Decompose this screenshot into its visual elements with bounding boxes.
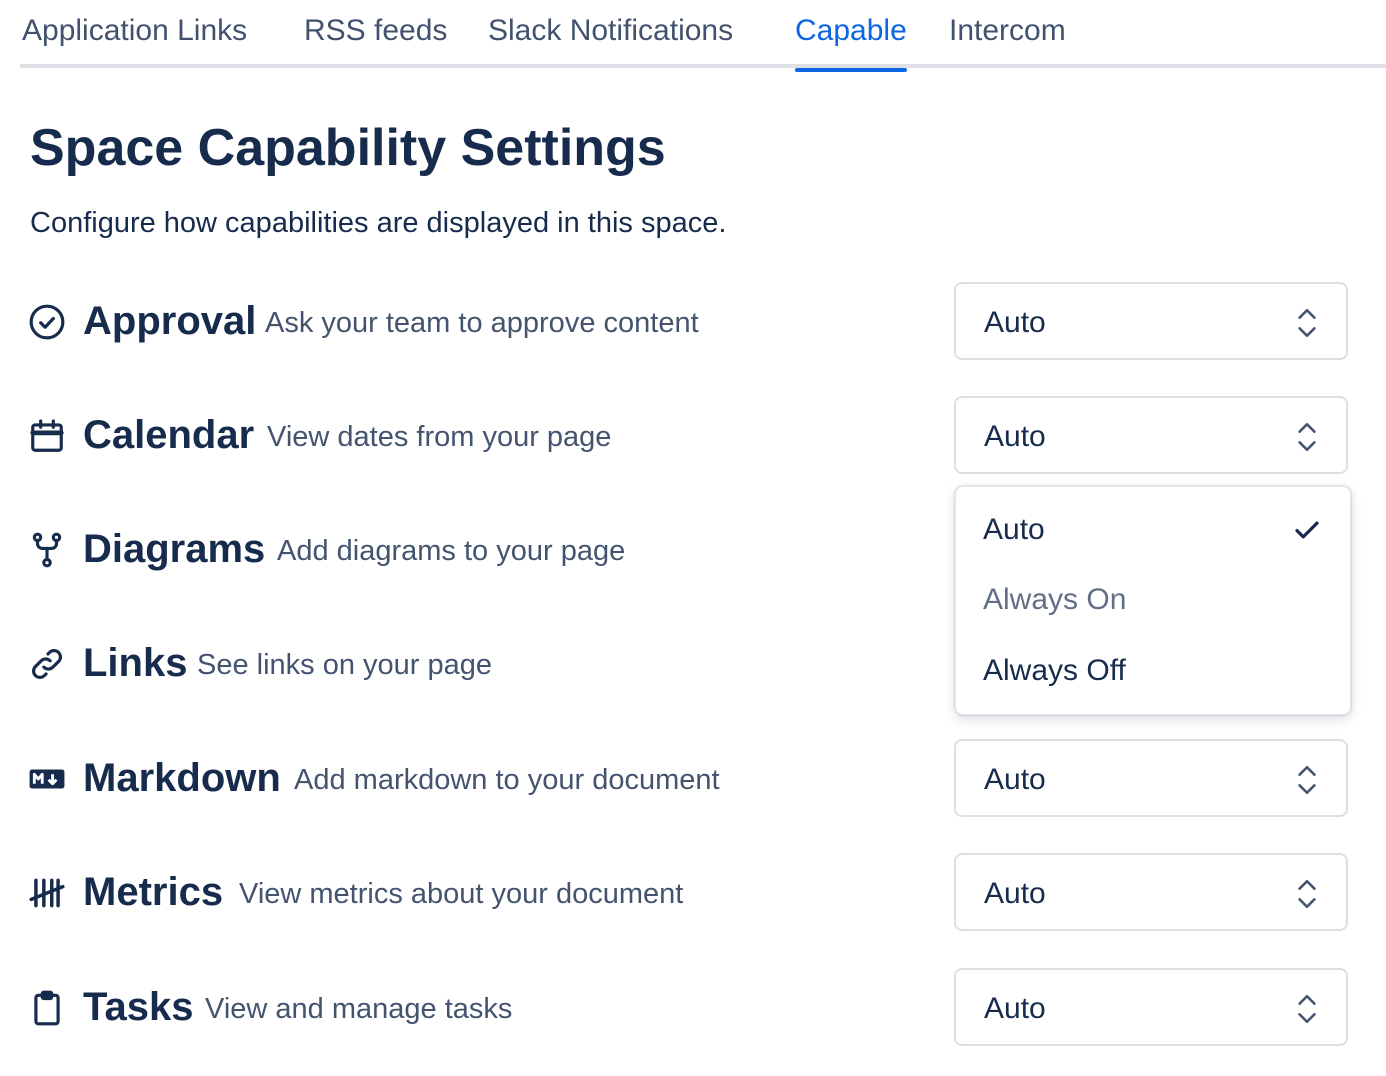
capability-name: Diagrams — [83, 527, 266, 571]
capability-row-tasks: Tasks View and manage tasks — [28, 968, 928, 1048]
capability-row-calendar: Calendar View dates from your page — [28, 396, 928, 476]
capability-row-metrics: Metrics View metrics about your document — [28, 853, 928, 933]
select-value: Auto — [984, 763, 1046, 796]
page-description: Configure how capabilities are displayed… — [30, 207, 727, 239]
select-dropdown-menu: Auto Always On Always Off — [955, 486, 1351, 715]
markdown-select[interactable]: Auto — [954, 739, 1348, 817]
page-title: Space Capability Settings — [30, 119, 666, 177]
capability-name: Metrics — [83, 870, 224, 914]
chevron-up-down-icon — [1298, 994, 1316, 1024]
capability-row-links: Links See links on your page — [28, 624, 928, 704]
capability-name: Calendar — [83, 413, 255, 457]
tab-application-links[interactable]: Application Links — [22, 14, 247, 68]
capability-row-diagrams: Diagrams Add diagrams to your page — [28, 510, 928, 590]
check-icon — [1295, 521, 1319, 539]
tab-capable[interactable]: Capable — [795, 14, 907, 72]
capability-name: Tasks — [83, 985, 194, 1029]
select-value: Auto — [984, 877, 1046, 910]
chevron-up-down-icon — [1298, 765, 1316, 795]
tab-rss-feeds[interactable]: RSS feeds — [304, 14, 447, 68]
tasks-select[interactable]: Auto — [954, 968, 1348, 1046]
metrics-select[interactable]: Auto — [954, 853, 1348, 931]
capability-description: Ask your team to approve content — [265, 307, 699, 339]
calendar-select[interactable]: Auto — [954, 396, 1348, 474]
capability-description: Add markdown to your document — [294, 764, 720, 796]
link-icon — [28, 645, 66, 683]
option-always-on[interactable]: Always On — [956, 570, 1350, 634]
capability-row-approval: Approval Ask your team to approve conten… — [28, 282, 928, 362]
clipboard-icon — [28, 989, 66, 1027]
capability-description: Add diagrams to your page — [277, 535, 626, 567]
markdown-icon — [28, 760, 66, 798]
capability-name: Links — [83, 641, 188, 685]
capability-description: View dates from your page — [267, 421, 612, 453]
select-value: Auto — [984, 306, 1046, 339]
tab-bar: Application Links RSS feeds Slack Notifi… — [20, 0, 1386, 72]
tab-slack-notifications[interactable]: Slack Notifications — [488, 14, 733, 68]
option-label: Auto — [983, 513, 1045, 546]
option-label: Always On — [983, 583, 1127, 616]
capability-row-markdown: Markdown Add markdown to your document — [28, 739, 928, 819]
tally-icon — [28, 874, 66, 912]
capability-description: View metrics about your document — [239, 878, 684, 910]
capability-description: See links on your page — [197, 649, 493, 681]
approval-select[interactable]: Auto — [954, 282, 1348, 360]
capability-name: Markdown — [83, 756, 281, 800]
select-value: Auto — [984, 992, 1046, 1025]
tab-intercom[interactable]: Intercom — [949, 14, 1066, 68]
option-auto[interactable]: Auto — [956, 500, 1350, 564]
capability-description: View and manage tasks — [205, 993, 513, 1025]
git-fork-icon — [28, 531, 66, 569]
check-circle-icon — [28, 303, 66, 341]
chevron-up-down-icon — [1298, 308, 1316, 338]
calendar-icon — [28, 417, 66, 455]
select-value: Auto — [984, 420, 1046, 453]
capability-name: Approval — [83, 299, 257, 343]
chevron-up-down-icon — [1298, 422, 1316, 452]
chevron-up-down-icon — [1298, 879, 1316, 909]
option-always-off[interactable]: Always Off — [956, 641, 1350, 705]
option-label: Always Off — [983, 654, 1126, 687]
